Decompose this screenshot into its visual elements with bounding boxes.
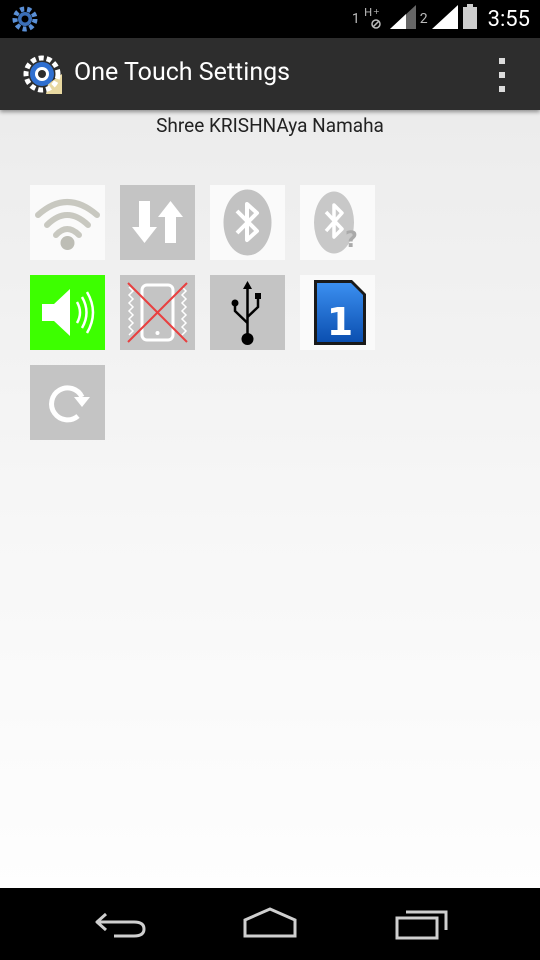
mobile-data-icon	[120, 185, 195, 260]
data-type-icon: H +	[364, 4, 386, 34]
status-bar: 1 H + 2 3:55	[0, 0, 540, 38]
svg-text:H: H	[364, 6, 372, 19]
back-icon[interactable]	[94, 906, 148, 946]
status-indicators: 1 H + 2 3:55	[352, 0, 530, 38]
sim2-label: 2	[419, 11, 428, 27]
sound-icon	[30, 275, 105, 350]
usb-icon	[210, 275, 285, 350]
bluetooth-icon	[210, 185, 285, 260]
signal-strength-2-icon	[431, 5, 458, 33]
wifi-icon	[30, 185, 105, 260]
wifi-toggle[interactable]	[30, 185, 105, 260]
sound-toggle[interactable]	[30, 275, 105, 350]
subtitle: Shree KRISHNAya Namaha	[156, 114, 384, 137]
sim-card-toggle[interactable]: 1	[300, 275, 375, 350]
svg-text:?: ?	[345, 228, 358, 253]
bluetooth-visibility-toggle[interactable]: ?	[300, 185, 375, 260]
action-bar: One Touch Settings	[0, 38, 540, 110]
overflow-menu-icon[interactable]	[490, 58, 514, 92]
clock: 3:55	[487, 6, 530, 32]
one-touch-settings-icon[interactable]	[22, 54, 64, 100]
page-title: One Touch Settings	[74, 58, 291, 87]
home-icon[interactable]	[242, 906, 298, 946]
bluetooth-visibility-icon: ?	[300, 185, 375, 260]
mobile-data-toggle[interactable]	[120, 185, 195, 260]
sim-card-label: 1	[327, 300, 353, 344]
auto-rotate-icon	[30, 365, 105, 440]
vibrate-icon	[120, 275, 195, 350]
usb-toggle[interactable]	[210, 275, 285, 350]
recents-icon[interactable]	[394, 906, 450, 946]
sim-card-icon: 1	[300, 275, 375, 350]
vibrate-toggle[interactable]	[120, 275, 195, 350]
bluetooth-toggle[interactable]	[210, 185, 285, 260]
navigation-bar	[0, 888, 540, 960]
sim1-label: 1	[351, 11, 360, 27]
svg-text:+: +	[373, 7, 380, 16]
auto-rotate-toggle[interactable]	[30, 365, 105, 440]
signal-strength-1-icon	[389, 5, 416, 33]
battery-icon	[462, 4, 478, 34]
settings-gear-icon	[12, 6, 38, 36]
